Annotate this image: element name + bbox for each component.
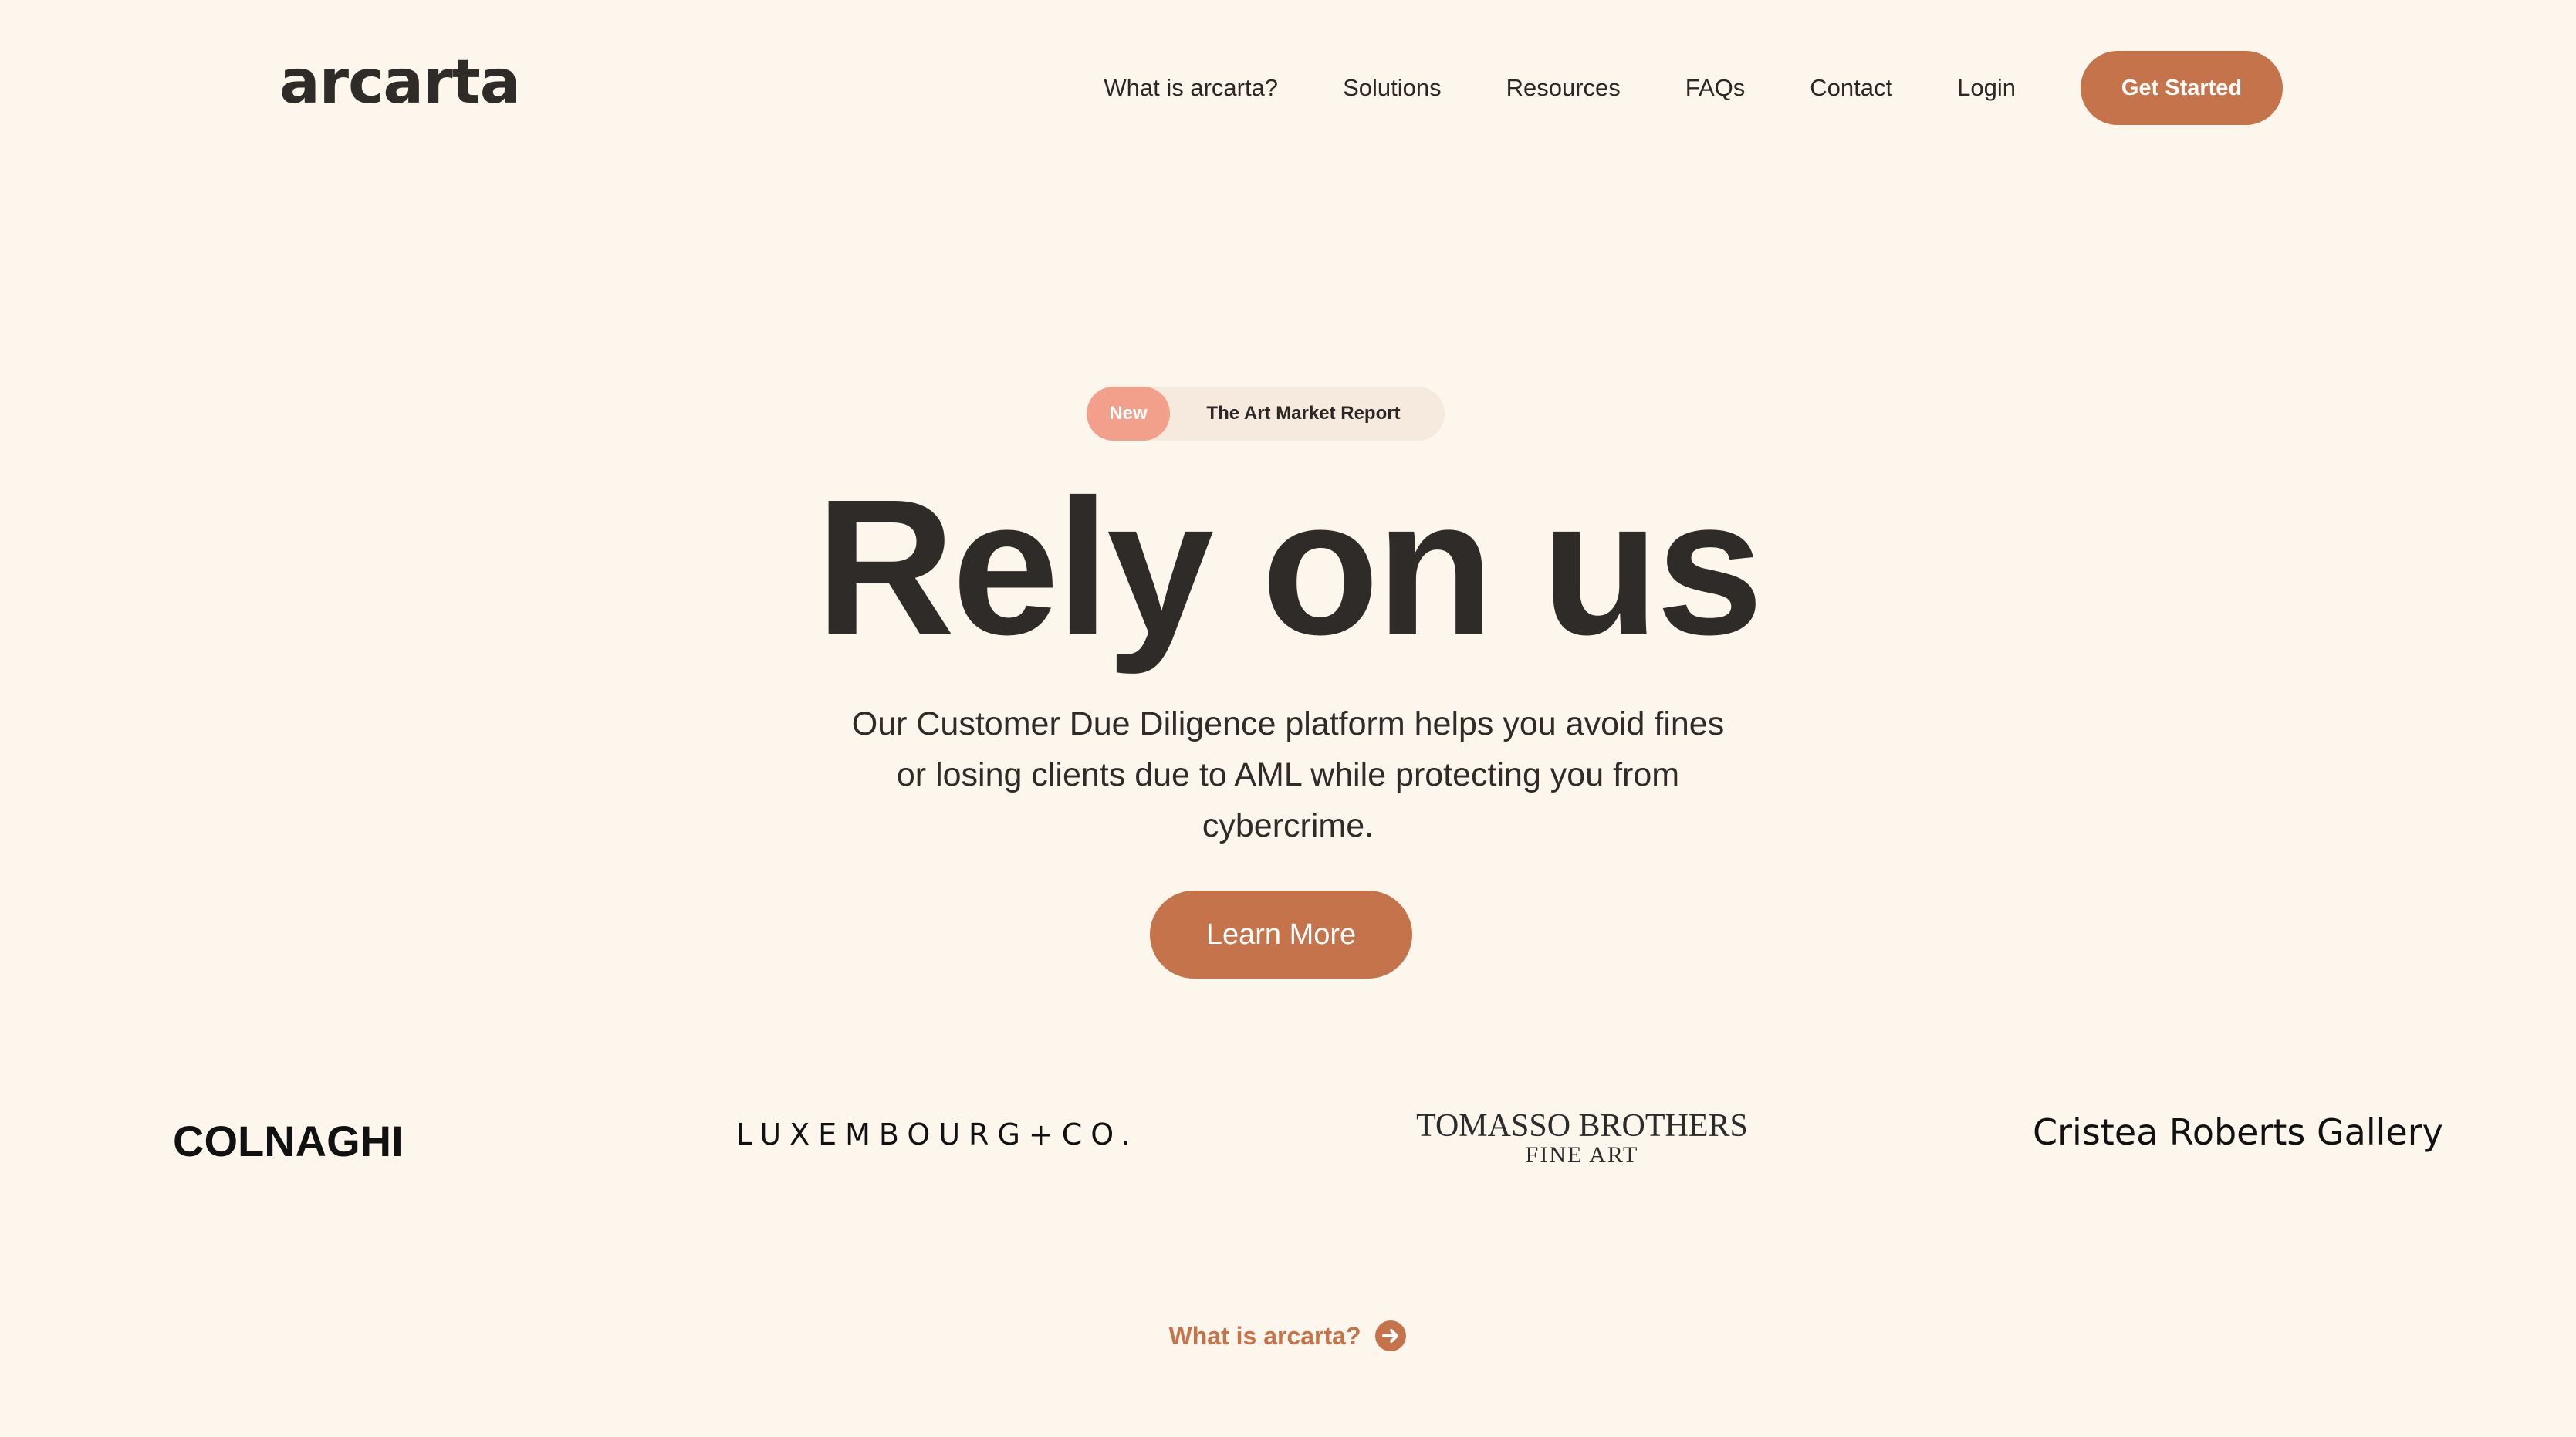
tomasso-subtitle: FINE ART [1525, 1142, 1639, 1168]
what-is-arcarta-link[interactable]: What is arcarta? [0, 1320, 2576, 1352]
announcement-text: The Art Market Report [1206, 403, 1401, 424]
get-started-button[interactable]: Get Started [2081, 51, 2283, 125]
nav-item-contact[interactable]: Contact [1810, 74, 1892, 102]
nav-item-resources[interactable]: Resources [1506, 74, 1621, 102]
hero-subtitle: Our Customer Due Diligence platform help… [851, 705, 1725, 844]
arrow-right-circle-icon [1375, 1320, 1407, 1351]
arcarta-logo[interactable]: arcarta [279, 52, 520, 113]
partner-logo-tomasso-brothers: TOMASSO BROTHERS FINE ART [1389, 1110, 1775, 1167]
hero-title: Rely on us [815, 459, 1763, 675]
tomasso-name: TOMASSO BROTHERS [1416, 1108, 1748, 1144]
nav-item-what-is-arcarta[interactable]: What is arcarta? [1104, 74, 1278, 102]
main-nav: What is arcarta? Solutions Resources FAQ… [1104, 49, 2283, 127]
new-tag: New [1087, 387, 1170, 441]
nav-item-faqs[interactable]: FAQs [1685, 74, 1746, 102]
partner-logo-colnaghi: COLNAGHI [173, 1117, 404, 1165]
what-is-arcarta-link-label: What is arcarta? [1168, 1321, 1361, 1350]
nav-item-login[interactable]: Login [1957, 74, 2016, 102]
learn-more-button[interactable]: Learn More [1150, 891, 1412, 979]
partner-logo-cristea-roberts: Cristea Roberts Gallery [2033, 1111, 2443, 1153]
partner-logo-luxembourg: LUXEMBOURG+CO. [736, 1117, 1139, 1151]
announcement-badge[interactable]: New The Art Market Report [1087, 387, 1445, 441]
nav-item-solutions[interactable]: Solutions [1343, 74, 1442, 102]
